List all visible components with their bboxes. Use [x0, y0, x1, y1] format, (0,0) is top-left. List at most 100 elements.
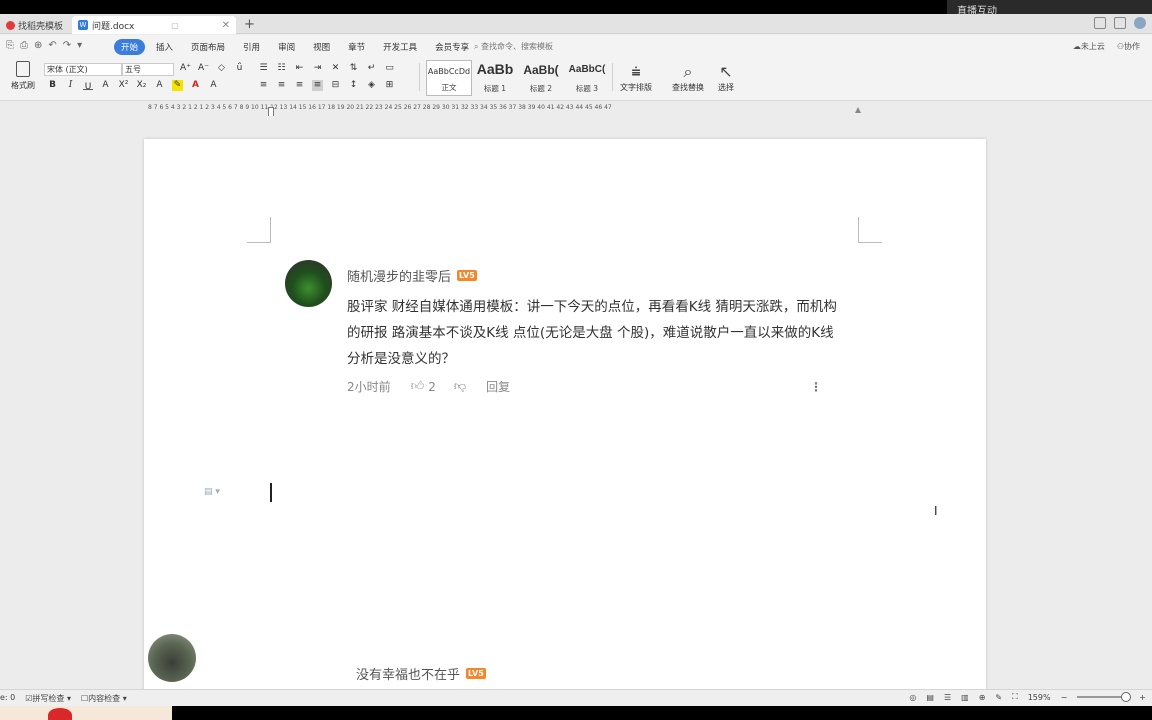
zoom-in-icon[interactable]: +	[1139, 693, 1146, 702]
user-avatar[interactable]	[1134, 17, 1146, 29]
font-color-icon[interactable]: A	[190, 80, 201, 91]
subscript-icon[interactable]: X₂	[136, 80, 147, 91]
comment-username: 随机漫步的韭零后 LV5	[347, 270, 477, 285]
asian-layout-icon[interactable]: ✕	[330, 63, 341, 74]
clear-format-icon[interactable]: ◇	[216, 63, 227, 74]
indent-icon[interactable]: ⇥	[312, 63, 323, 74]
comment-username: 没有幸福也不在乎	[356, 668, 461, 683]
menu-home[interactable]: 开始	[114, 39, 146, 55]
page-view-icon[interactable]: ▤	[926, 693, 934, 702]
font-size-select[interactable]: 五号	[122, 63, 174, 76]
write-view-icon[interactable]: ✎	[995, 693, 1002, 702]
align-right-icon[interactable]: ≡	[294, 80, 305, 91]
more-icon: ⋮	[810, 379, 822, 394]
justify-icon[interactable]: ≡	[312, 80, 323, 91]
menu-page-layout[interactable]: 页面布局	[184, 39, 232, 55]
font-name-select[interactable]: 宋体 (正文)	[44, 63, 122, 76]
style-heading-1[interactable]: AaBb 标题 1	[472, 60, 518, 96]
cloud-status[interactable]: ☁未上云	[1073, 41, 1105, 52]
layout-icon[interactable]	[1094, 17, 1106, 29]
align-left-icon[interactable]: ≡	[258, 80, 269, 91]
line-spacing-icon[interactable]: ↕	[348, 80, 359, 91]
fit-page-icon[interactable]: ⛶	[1012, 692, 1018, 702]
italic-icon[interactable]: I	[65, 80, 76, 91]
zoom-slider[interactable]	[1077, 692, 1132, 702]
select-button[interactable]: ↖ 选择	[718, 62, 734, 93]
undo-icon[interactable]: ↶	[48, 40, 56, 51]
window-controls	[1094, 17, 1146, 29]
command-search[interactable]: ⌕ 查找命令、搜索模板	[474, 41, 553, 52]
tab-templates[interactable]: 找稻壳模板	[0, 16, 70, 34]
collaborate-button[interactable]: ⚇协作	[1117, 41, 1140, 52]
web-view-icon[interactable]: ⊕	[979, 693, 986, 702]
numbering-icon[interactable]: ☷	[276, 63, 287, 74]
bullets-icon[interactable]: ☰	[258, 63, 269, 74]
grid-icon[interactable]	[1114, 17, 1126, 29]
shading-icon[interactable]: ◈	[366, 80, 377, 91]
show-marks-icon[interactable]: ↵	[366, 63, 377, 74]
char-shading-icon[interactable]: A	[154, 80, 165, 91]
document-canvas[interactable]: 随机漫步的韭零后 LV5 股评家 财经自媒体通用模板：讲一下今天的点位，再看看K…	[0, 116, 1152, 699]
format-painter-button[interactable]: 格式刷	[8, 61, 38, 91]
find-replace-button[interactable]: ⌕ 查找替换	[672, 62, 704, 93]
zoom-level[interactable]: 159%	[1028, 693, 1051, 702]
avatar	[148, 634, 196, 682]
page-indicator[interactable]: e: 0	[0, 693, 15, 704]
grow-font-icon[interactable]: A⁺	[180, 63, 191, 74]
redo-icon[interactable]: ↷	[63, 40, 71, 51]
phonetic-icon[interactable]: ǘ	[234, 63, 245, 74]
top-strip: 直播互动	[0, 0, 1152, 17]
style-heading-2[interactable]: AaBb( 标题 2	[518, 60, 564, 96]
horizontal-ruler[interactable]: 8 7 6 5 4 3 2 1 2 1 2 3 4 5 6 7 8 9 10 1…	[0, 101, 1152, 117]
reply-link: 回复	[486, 380, 511, 394]
menu-references[interactable]: 引用	[236, 39, 267, 55]
highlight-icon[interactable]: ✎	[172, 80, 183, 91]
distribute-icon[interactable]: ⊟	[330, 80, 341, 91]
pin-icon[interactable]: ▢	[171, 21, 179, 30]
align-center-icon[interactable]: ≡	[276, 80, 287, 91]
search-icon: ⌕	[474, 42, 479, 51]
tab-label: 找稻壳模板	[18, 21, 64, 32]
format-painter-label: 格式刷	[11, 81, 35, 90]
outdent-icon[interactable]: ⇤	[294, 63, 305, 74]
outline-view-icon[interactable]: ☰	[944, 693, 951, 702]
save-icon[interactable]: ⎘	[6, 40, 14, 51]
spell-check-button[interactable]: ☑拼写检查 ▾	[25, 693, 71, 704]
tab-document[interactable]: W 问题.docx ▢ ✕	[72, 16, 236, 34]
superscript-icon[interactable]: X²	[118, 80, 129, 91]
right-indent-marker[interactable]	[855, 107, 861, 113]
strikethrough-icon[interactable]: A	[100, 80, 111, 91]
menu-member[interactable]: 会员专享	[428, 39, 476, 55]
menu-review[interactable]: 审阅	[271, 39, 302, 55]
reading-view-icon[interactable]: ▥	[961, 693, 969, 702]
menu-insert[interactable]: 插入	[149, 39, 180, 55]
bold-icon[interactable]: B	[47, 80, 58, 91]
zoom-out-icon[interactable]: −	[1061, 693, 1068, 702]
avatar	[285, 260, 332, 307]
shrink-font-icon[interactable]: A⁻	[198, 63, 209, 74]
underline-icon[interactable]: U	[83, 82, 93, 92]
menu-bar: ⎘ ⎙ ⊕ ↶ ↷ ▾ 开始 插入 页面布局 引用 审阅 视图 章节 开发工具 …	[0, 35, 1152, 57]
char-border-icon[interactable]: A	[208, 80, 219, 91]
print-icon[interactable]: ⎙	[20, 40, 28, 51]
menu-view[interactable]: 视图	[306, 39, 337, 55]
eye-protect-icon[interactable]: ◎	[909, 693, 916, 702]
preview-icon[interactable]: ⊕	[34, 40, 42, 51]
sort-icon[interactable]: ⇅	[348, 63, 359, 74]
table-tools-icon[interactable]: ▭	[384, 63, 395, 74]
text-layout-button[interactable]: ⩧ 文字排版	[620, 62, 652, 93]
style-normal[interactable]: AaBbCcDd 正文	[426, 60, 472, 96]
add-tab-button[interactable]: +	[244, 17, 255, 32]
content-check-button[interactable]: ☐内容检查 ▾	[81, 693, 127, 704]
overlay-panel: 直播互动	[947, 0, 1152, 17]
close-tab-icon[interactable]: ✕	[222, 20, 230, 31]
chevron-down-icon[interactable]: ▾	[77, 40, 82, 51]
app-window: 直播互动 找稻壳模板 W 问题.docx ▢ ✕ + ⎘ ⎙ ⊕ ↶ ↷ ▾ 开…	[0, 0, 1152, 720]
style-heading-3[interactable]: AaBbC( 标题 3	[564, 60, 610, 96]
font-style-group: B I U A X² X₂ A ✎ A A	[47, 80, 219, 92]
document-page[interactable]: 随机漫步的韭零后 LV5 股评家 财经自媒体通用模板：讲一下今天的点位，再看看K…	[144, 139, 986, 699]
menu-developer[interactable]: 开发工具	[376, 39, 424, 55]
borders-icon[interactable]: ⊞	[384, 80, 395, 91]
menu-section[interactable]: 章节	[341, 39, 372, 55]
paragraph-layout-icon[interactable]: ▤ ▾	[204, 487, 220, 497]
